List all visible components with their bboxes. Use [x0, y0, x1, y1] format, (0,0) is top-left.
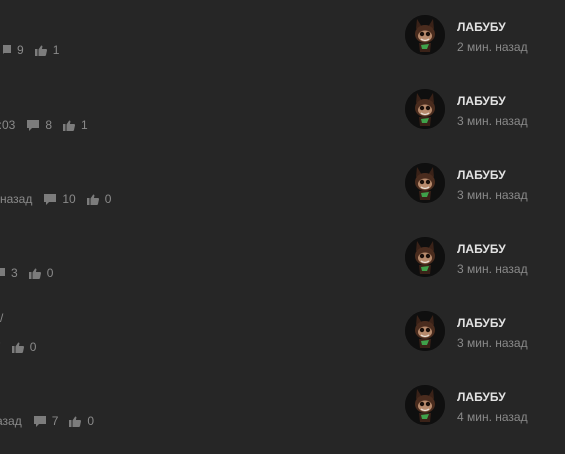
activity-row[interactable]: 3 0 ЛАБУБУ 3 мин. назад: [0, 232, 565, 306]
post-meta-text: 5:03: [0, 118, 16, 132]
thumbs-up-icon: [63, 120, 76, 131]
comment-bubble-icon: [33, 415, 46, 427]
post-meta-text: азад: [0, 414, 22, 428]
post-time: 3 мин. назад: [457, 336, 528, 350]
post-time: 3 мин. назад: [457, 114, 528, 128]
author-name[interactable]: ЛАБУБУ: [457, 242, 506, 256]
comment-bubble-icon: [27, 119, 40, 131]
comment-count: 9: [17, 43, 24, 57]
author-avatar[interactable]: [405, 237, 445, 277]
thumbs-up-icon: [69, 416, 82, 427]
post-meta: 7 0: [0, 340, 36, 354]
author-name[interactable]: ЛАБУБУ: [457, 94, 506, 108]
post-time: 2 мин. назад: [457, 40, 528, 54]
author-avatar[interactable]: [405, 89, 445, 129]
activity-row[interactable]: 5:03 8 1 ЛАБУБУ 3 мин. назад: [0, 84, 565, 158]
author-avatar[interactable]: [405, 311, 445, 351]
post-time: 4 мин. назад: [457, 410, 528, 424]
like-count: 0: [29, 340, 37, 354]
thumbs-up-icon: [11, 342, 24, 353]
comment-bubble-icon: [0, 44, 11, 56]
activity-row[interactable]: 9 1 ЛАБУБУ 2 мин. назад: [0, 10, 565, 84]
post-meta: назад 10 0: [0, 192, 111, 206]
author-avatar[interactable]: [405, 385, 445, 425]
activity-row[interactable]: назад 10 0 ЛАБУБУ 3 мин. назад: [0, 158, 565, 232]
post-meta: 9 1: [0, 43, 60, 57]
post-meta: 3 0: [0, 266, 53, 280]
like-count: 0: [87, 414, 95, 428]
like-count: 1: [81, 118, 88, 132]
post-time: 3 мин. назад: [457, 262, 528, 276]
activity-row[interactable]: азад 7 0 ЛАБУБУ 4 мин. назад: [0, 380, 565, 454]
post-meta-text: назад: [0, 192, 33, 206]
comment-count: 7: [0, 340, 1, 354]
author-name[interactable]: ЛАБУБУ: [457, 390, 506, 404]
comment-bubble-icon: [0, 267, 5, 279]
comment-count: 8: [45, 118, 53, 132]
author-name[interactable]: ЛАБУБУ: [457, 316, 506, 330]
thumbs-up-icon: [34, 45, 47, 56]
comment-count: 10: [62, 192, 76, 206]
comment-count: 7: [51, 414, 59, 428]
comment-bubble-icon: [44, 193, 57, 205]
post-time: 3 мин. назад: [457, 188, 528, 202]
thumbs-up-icon: [28, 268, 41, 279]
post-title-fragment[interactable]: /: [0, 311, 3, 325]
activity-row[interactable]: / 7 0 ЛАБУБУ 3 мин. назад: [0, 306, 565, 380]
like-count: 1: [52, 43, 60, 57]
like-count: 0: [46, 266, 54, 280]
comment-count: 3: [11, 266, 18, 280]
post-meta: азад 7 0: [0, 414, 94, 428]
author-avatar[interactable]: [405, 163, 445, 203]
thumbs-up-icon: [86, 194, 99, 205]
author-name[interactable]: ЛАБУБУ: [457, 20, 506, 34]
author-name[interactable]: ЛАБУБУ: [457, 168, 506, 182]
author-avatar[interactable]: [405, 15, 445, 55]
like-count: 0: [104, 192, 112, 206]
post-meta: 5:03 8 1: [0, 118, 88, 132]
